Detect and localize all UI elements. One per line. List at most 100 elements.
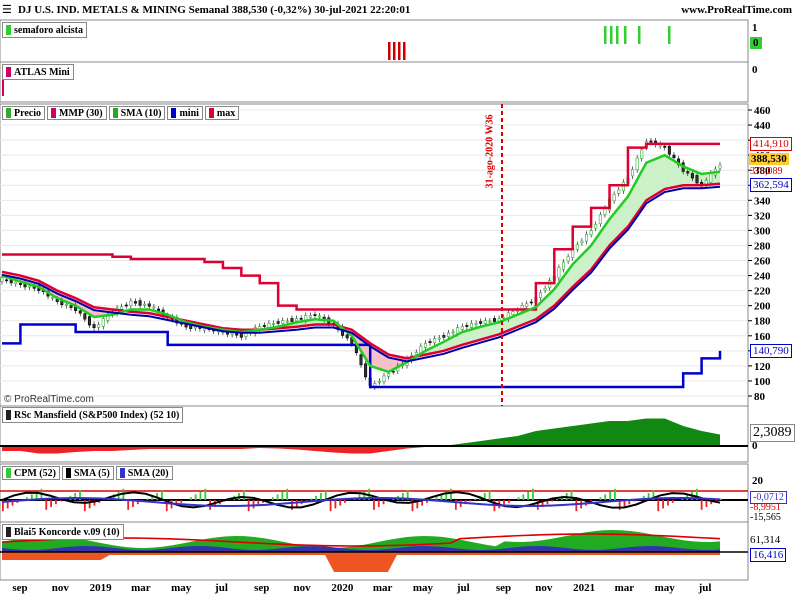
semaforo-legend[interactable]: semaforo alcista xyxy=(2,22,87,38)
candle xyxy=(479,321,483,324)
rsc-swatch xyxy=(6,410,11,420)
cpm-bar xyxy=(469,500,472,502)
cpm-bar xyxy=(286,488,289,500)
cpm-bar xyxy=(527,491,530,500)
cpm-bar xyxy=(50,500,52,507)
cpm-bar xyxy=(720,498,722,500)
semaforo-green-bar xyxy=(610,26,613,44)
candle xyxy=(465,325,469,327)
max-value-label: 414,910 xyxy=(750,137,792,151)
candle xyxy=(603,208,607,215)
candle xyxy=(14,281,18,285)
candle xyxy=(635,157,639,170)
y-tick-label: 120 xyxy=(754,361,771,373)
y-tick-label: 280 xyxy=(754,240,771,252)
y-tick-label: 200 xyxy=(754,301,771,313)
semaforo-green-bar xyxy=(668,26,671,44)
legend-swatch xyxy=(208,108,214,118)
rsc-legend[interactable]: RSc Mansfield (S&P500 Index) (52 10) xyxy=(2,407,184,423)
cpm-bar xyxy=(55,500,57,505)
candle xyxy=(299,318,303,320)
candle xyxy=(428,341,432,343)
date-marker-label: 31-ago-2020 W36 xyxy=(484,114,496,189)
legend-swatch xyxy=(171,108,177,118)
konkorde-value-2: 16,416 xyxy=(750,548,787,562)
x-tick-label: may xyxy=(654,582,675,594)
candle xyxy=(267,322,271,328)
cpm-bar xyxy=(339,500,342,506)
y-tick-label: 80 xyxy=(754,391,766,403)
y-tick-label: 300 xyxy=(754,225,771,237)
candle xyxy=(686,171,690,174)
cpm-bar xyxy=(271,497,274,500)
candle xyxy=(690,173,694,179)
cpm-bar xyxy=(700,500,703,510)
candle xyxy=(0,277,4,282)
atlas-axis-0: 0 xyxy=(752,64,758,76)
legend-item-precio[interactable]: Precio xyxy=(2,106,46,120)
candle xyxy=(345,334,349,339)
candle xyxy=(133,301,137,304)
x-tick-label: jul xyxy=(698,582,712,594)
cpm-bar xyxy=(488,490,491,500)
legend-item-max[interactable]: max xyxy=(204,106,240,120)
candle xyxy=(295,318,299,322)
cpm-bar xyxy=(334,500,337,509)
mmp-value-label: 362,594 xyxy=(750,178,792,192)
cpm-bar xyxy=(83,500,86,512)
y-tick-label: 240 xyxy=(754,271,771,283)
candle xyxy=(631,169,635,177)
candle xyxy=(543,288,547,291)
candle xyxy=(640,149,644,159)
cpm-bar xyxy=(199,491,202,500)
candle xyxy=(598,214,602,225)
candle xyxy=(423,343,427,348)
y-tick-label: 180 xyxy=(754,316,771,328)
candle xyxy=(235,333,239,336)
candle xyxy=(276,321,280,324)
x-tick-label: sep xyxy=(12,582,28,594)
legend-item-sma[interactable]: SMA (10) xyxy=(108,106,166,120)
cpm-bar xyxy=(329,500,332,512)
legend-item-cpm[interactable]: CPM (52) xyxy=(2,466,60,480)
cpm-bar xyxy=(551,500,554,502)
candle xyxy=(51,296,55,299)
legend-item-mmp[interactable]: MMP (30) xyxy=(47,106,107,120)
cpm-bar xyxy=(604,494,607,500)
candle xyxy=(290,318,294,322)
semaforo-red-bar xyxy=(393,42,396,60)
x-tick-label: 2019 xyxy=(89,582,112,594)
x-tick-label: mar xyxy=(131,582,151,594)
atlas-label: ATLAS Mini xyxy=(14,66,70,78)
legend-item-sma20[interactable]: SMA (20) xyxy=(115,466,173,480)
semaforo-red-bar xyxy=(403,42,406,60)
cpm-bar xyxy=(435,497,438,500)
candle xyxy=(585,233,589,242)
cpm-bar xyxy=(242,490,245,500)
candle xyxy=(557,267,561,279)
y-tick-label: 460 xyxy=(754,105,771,117)
y-tick-label: 260 xyxy=(754,256,771,268)
y-tick-label: 160 xyxy=(754,331,771,343)
candle xyxy=(313,314,317,316)
atlas-legend[interactable]: ATLAS Mini xyxy=(2,64,74,80)
legend-item-sma5[interactable]: SMA (5) xyxy=(61,466,114,480)
candle xyxy=(143,303,147,306)
cpm-axis-20: 20 xyxy=(752,475,763,487)
y-tick-label: 220 xyxy=(754,286,771,298)
candle xyxy=(147,303,151,307)
cpm-bar xyxy=(189,497,192,500)
candle xyxy=(193,326,197,329)
x-tick-label: sep xyxy=(254,582,270,594)
candle xyxy=(285,320,289,323)
cpm-bar xyxy=(507,500,510,503)
legend-swatch xyxy=(112,108,118,118)
semaforo-axis-1: 1 xyxy=(752,22,758,34)
candle xyxy=(281,320,285,324)
semaforo-axis-0: 0 xyxy=(750,37,762,49)
konkorde-legend[interactable]: Blai5 Koncorde v.09 (10) xyxy=(2,524,124,540)
candle xyxy=(124,304,128,307)
cpm-bar xyxy=(315,495,318,500)
candle xyxy=(672,154,676,159)
legend-item-mini[interactable]: mini xyxy=(167,106,203,120)
